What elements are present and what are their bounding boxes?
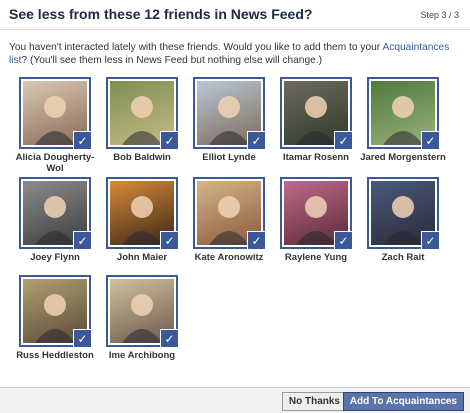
dialog-title: See less from these 12 friends in News F…	[9, 6, 313, 22]
checkmark-icon[interactable]: ✓	[247, 231, 265, 249]
friend-name: Bob Baldwin	[113, 152, 171, 163]
checkmark-icon[interactable]: ✓	[421, 231, 439, 249]
checkmark-icon[interactable]: ✓	[73, 231, 91, 249]
friend-name: Joey Flynn	[30, 252, 80, 263]
friend-tile[interactable]: ✓ Bob Baldwin	[97, 77, 187, 163]
friend-photo[interactable]: ✓	[19, 275, 91, 347]
intro-text: You haven't interacted lately with these…	[9, 42, 465, 67]
checkmark-icon[interactable]: ✓	[160, 231, 178, 249]
friend-tile[interactable]: ✓ Russ Heddleston	[10, 275, 100, 361]
intro-text-end: ? (You'll see them less in News Feed but…	[21, 54, 323, 66]
friend-photo[interactable]: ✓	[280, 177, 352, 249]
friend-name: Elliot Lynde	[202, 152, 256, 163]
friend-tile[interactable]: ✓ Jared Morgenstern	[358, 77, 448, 163]
dialog-header: See less from these 12 friends in News F…	[0, 0, 470, 30]
friend-name: Itamar Rosenn	[283, 152, 349, 163]
no-thanks-button[interactable]: No Thanks	[281, 392, 347, 411]
acquaintances-dialog: See less from these 12 friends in News F…	[0, 0, 470, 413]
checkmark-icon[interactable]: ✓	[334, 231, 352, 249]
friend-tile[interactable]: ✓ John Maier	[97, 177, 187, 263]
step-indicator: Step 3 / 3	[420, 10, 459, 20]
friend-photo[interactable]: ✓	[106, 77, 178, 149]
checkmark-icon[interactable]: ✓	[73, 131, 91, 149]
friend-photo[interactable]: ✓	[19, 77, 91, 149]
friend-name: Kate Aronowitz	[194, 252, 264, 263]
checkmark-icon[interactable]: ✓	[160, 329, 178, 347]
friend-tile[interactable]: ✓ Itamar Rosenn	[271, 77, 361, 163]
friend-photo[interactable]: ✓	[19, 177, 91, 249]
add-to-acquaintances-button[interactable]: Add To Acquaintances	[342, 392, 464, 411]
friend-name: Zach Rait	[381, 252, 425, 263]
friend-photo[interactable]: ✓	[193, 177, 265, 249]
friend-tile[interactable]: ✓ Zach Rait	[358, 177, 448, 263]
friend-photo[interactable]: ✓	[280, 77, 352, 149]
friend-tile[interactable]: ✓ Elliot Lynde	[184, 77, 274, 163]
friend-photo[interactable]: ✓	[193, 77, 265, 149]
checkmark-icon[interactable]: ✓	[160, 131, 178, 149]
dialog-footer: No Thanks Add To Acquaintances	[0, 387, 470, 413]
friend-photo[interactable]: ✓	[367, 177, 439, 249]
friend-name: John Maier	[116, 252, 168, 263]
intro-text-start: You haven't interacted lately with these…	[9, 42, 383, 53]
friend-photo[interactable]: ✓	[106, 275, 178, 347]
friend-tile[interactable]: ✓ Joey Flynn	[10, 177, 100, 263]
friend-name: Raylene Yung	[284, 252, 348, 263]
checkmark-icon[interactable]: ✓	[73, 329, 91, 347]
checkmark-icon[interactable]: ✓	[334, 131, 352, 149]
friend-name: Russ Heddleston	[16, 350, 94, 361]
checkmark-icon[interactable]: ✓	[247, 131, 265, 149]
friend-name: Alicia Dougherty-Wol	[15, 152, 95, 174]
friend-tile[interactable]: ✓ Raylene Yung	[271, 177, 361, 263]
friend-name: Jared Morgenstern	[360, 152, 446, 163]
friend-photo[interactable]: ✓	[367, 77, 439, 149]
friend-tile[interactable]: ✓ Kate Aronowitz	[184, 177, 274, 263]
friend-tile[interactable]: ✓ Alicia Dougherty-Wol	[10, 77, 100, 174]
friend-name: Ime Archibong	[108, 350, 176, 361]
checkmark-icon[interactable]: ✓	[421, 131, 439, 149]
friend-photo[interactable]: ✓	[106, 177, 178, 249]
friend-tile[interactable]: ✓ Ime Archibong	[97, 275, 187, 361]
